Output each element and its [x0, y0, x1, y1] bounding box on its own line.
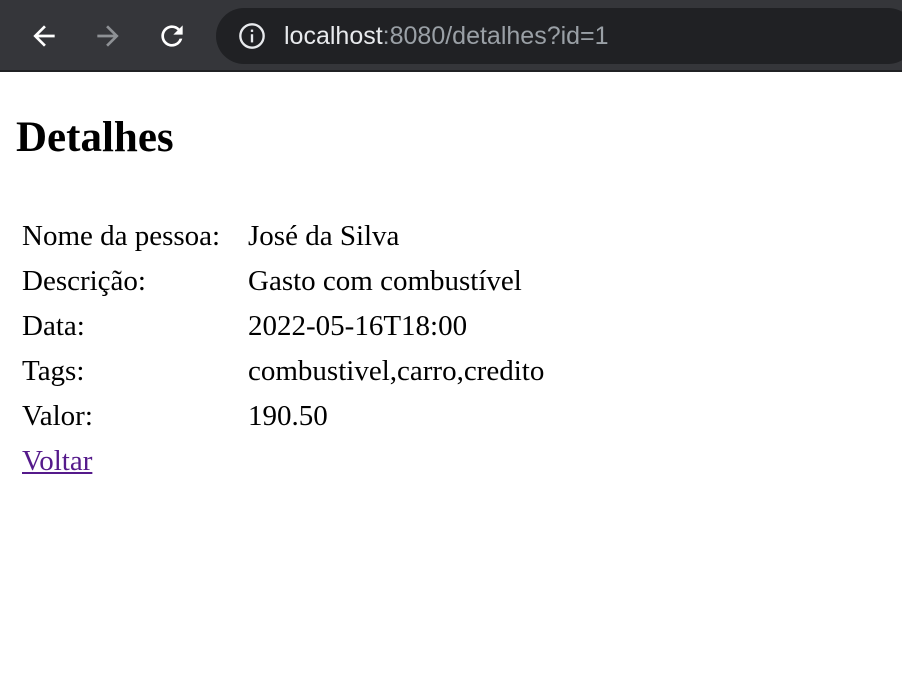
forward-button[interactable]	[88, 16, 128, 56]
detail-row-tags: Tags: combustivel,carro,credito	[20, 349, 546, 394]
forward-arrow-icon	[97, 25, 119, 47]
detail-row-data: Data: 2022-05-16T18:00	[20, 304, 546, 349]
details-table: Nome da pessoa: José da Silva Descrição:…	[20, 214, 546, 484]
detail-value: 2022-05-16T18:00	[248, 310, 468, 342]
detail-label: Data:	[22, 310, 85, 342]
empty-cell	[246, 439, 546, 484]
detail-label: Valor:	[22, 400, 93, 432]
reload-icon	[161, 25, 183, 47]
detail-row-descricao: Descrição: Gasto com combustível	[20, 259, 546, 304]
detail-value: combustivel,carro,credito	[248, 355, 545, 387]
detail-value: 190.50	[248, 400, 328, 432]
detail-row-nome: Nome da pessoa: José da Silva	[20, 214, 546, 259]
detail-value: Gasto com combustível	[248, 265, 522, 297]
detail-label: Tags:	[22, 355, 85, 387]
detail-value: José da Silva	[248, 220, 400, 252]
detail-label: Descrição:	[22, 265, 146, 297]
back-link[interactable]: Voltar	[22, 445, 92, 477]
back-button[interactable]	[24, 16, 64, 56]
detail-label: Nome da pessoa:	[22, 220, 221, 252]
page-title: Detalhes	[16, 114, 174, 161]
url-text[interactable]: localhost:8080/detalhes?id=1	[284, 8, 609, 64]
url-host: localhost	[284, 22, 383, 50]
url-path: :8080/detalhes?id=1	[382, 22, 609, 50]
info-icon[interactable]	[238, 22, 266, 50]
back-link-cell: Voltar	[20, 439, 246, 484]
detail-row-valor: Valor: 190.50	[20, 394, 546, 439]
back-link-row: Voltar	[20, 439, 546, 484]
reload-button[interactable]	[152, 16, 192, 56]
address-bar[interactable]: localhost:8080/detalhes?id=1	[216, 8, 902, 64]
browser-toolbar: localhost:8080/detalhes?id=1	[0, 0, 902, 72]
back-arrow-icon	[33, 25, 55, 47]
